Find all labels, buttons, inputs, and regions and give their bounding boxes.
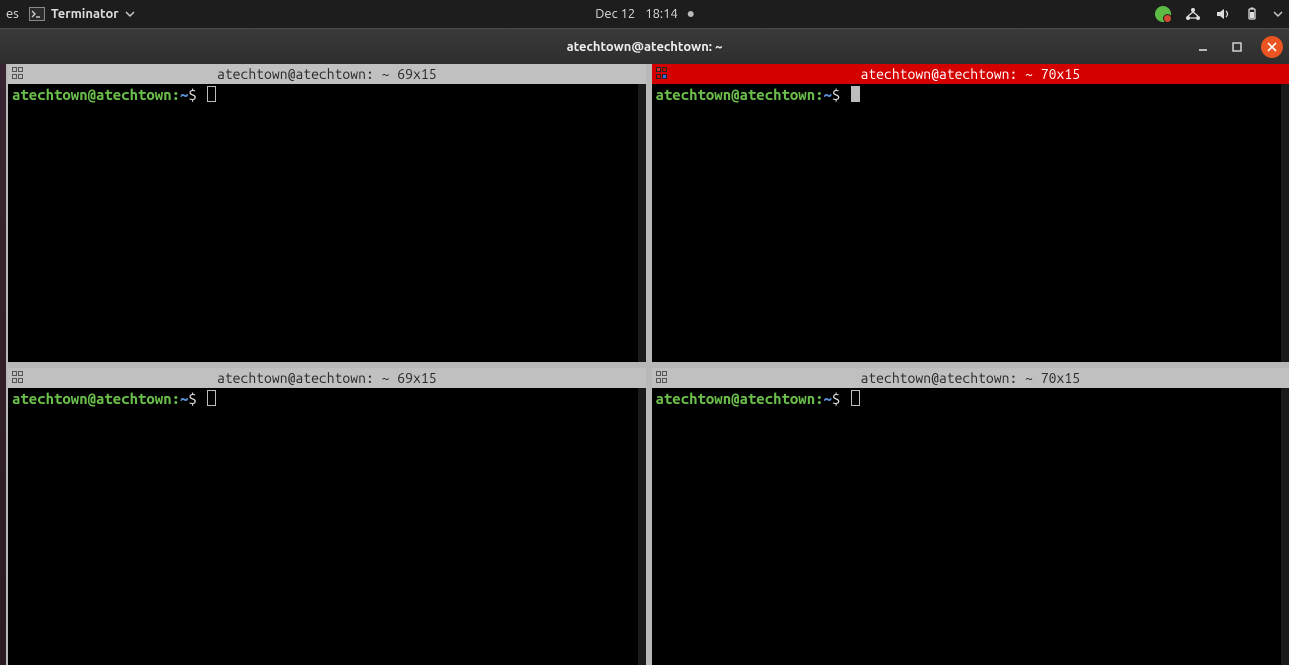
terminal-pane[interactable]: atechtown@atechtown: ~ 69x15 atechtown@a… — [8, 368, 646, 665]
window-title: atechtown@atechtown: ~ — [567, 40, 723, 54]
pane-title-text: atechtown@atechtown: ~ 70x15 — [860, 370, 1080, 386]
chevron-down-icon[interactable] — [1273, 11, 1283, 17]
terminal-pane[interactable]: atechtown@atechtown: ~ 69x15 atechtown@a… — [8, 64, 646, 362]
scrollbar[interactable] — [638, 84, 646, 362]
network-icon[interactable] — [1185, 7, 1201, 21]
scrollbar[interactable] — [1281, 388, 1289, 665]
terminal-body[interactable]: atechtown@atechtown:~$ — [652, 84, 1289, 362]
scrollbar[interactable] — [1281, 84, 1289, 362]
terminal-body[interactable]: atechtown@atechtown:~$ — [652, 388, 1289, 665]
prompt-path: ~ — [824, 86, 832, 103]
terminal-icon — [29, 7, 45, 21]
minimize-icon — [1197, 41, 1209, 53]
clock-date: Dec 12 — [595, 7, 635, 21]
group-icon[interactable] — [12, 67, 26, 81]
cursor-icon — [207, 86, 216, 102]
app-menu[interactable]: Terminator — [29, 7, 135, 21]
notification-dot-icon — [688, 11, 694, 17]
prompt-symbol: $ — [188, 86, 196, 103]
terminal-body[interactable]: atechtown@atechtown:~$ — [8, 84, 646, 362]
pane-title-text: atechtown@atechtown: ~ 69x15 — [217, 66, 437, 82]
cursor-icon — [207, 390, 216, 406]
prompt-user: atechtown@atechtown — [12, 390, 172, 407]
pane-titlebar[interactable]: atechtown@atechtown: ~ 69x15 — [8, 64, 646, 84]
window-minimize-button[interactable] — [1193, 37, 1213, 57]
scrollbar[interactable] — [638, 388, 646, 665]
close-icon — [1267, 42, 1277, 52]
group-icon[interactable] — [656, 67, 670, 81]
terminal-grid: atechtown@atechtown: ~ 69x15 atechtown@a… — [6, 64, 1289, 665]
maximize-icon — [1231, 41, 1243, 53]
clock-area[interactable]: Dec 12 18:14 — [595, 7, 694, 21]
window-maximize-button[interactable] — [1227, 37, 1247, 57]
pane-titlebar[interactable]: atechtown@atechtown: ~ 70x15 — [652, 64, 1289, 84]
pane-title-text: atechtown@atechtown: ~ 69x15 — [217, 370, 437, 386]
prompt-path: ~ — [824, 390, 832, 407]
prompt-user: atechtown@atechtown — [12, 86, 172, 103]
prompt-symbol: $ — [832, 86, 840, 103]
volume-icon[interactable] — [1215, 7, 1231, 21]
terminal-body[interactable]: atechtown@atechtown:~$ — [8, 388, 646, 665]
prompt-symbol: $ — [188, 390, 196, 407]
pane-title-text: atechtown@atechtown: ~ 70x15 — [860, 66, 1080, 82]
chevron-down-icon — [125, 11, 135, 17]
prompt-user: atechtown@atechtown — [656, 390, 816, 407]
terminal-pane[interactable]: atechtown@atechtown: ~ 70x15 atechtown@a… — [652, 368, 1289, 665]
pane-titlebar[interactable]: atechtown@atechtown: ~ 69x15 — [8, 368, 646, 388]
terminal-pane[interactable]: atechtown@atechtown: ~ 70x15 atechtown@a… — [652, 64, 1289, 362]
cursor-icon — [851, 390, 860, 406]
pane-titlebar[interactable]: atechtown@atechtown: ~ 70x15 — [652, 368, 1289, 388]
prompt-symbol: $ — [832, 390, 840, 407]
cursor-icon — [851, 86, 860, 102]
activities-fragment[interactable]: es — [6, 7, 19, 21]
group-icon[interactable] — [12, 371, 26, 385]
prompt-user: atechtown@atechtown — [656, 86, 816, 103]
gnome-top-bar: es Terminator Dec 12 18:14 — [0, 0, 1289, 28]
window-titlebar[interactable]: atechtown@atechtown: ~ — [0, 28, 1289, 64]
clock-time: 18:14 — [645, 7, 678, 21]
app-menu-label: Terminator — [51, 7, 119, 21]
group-icon[interactable] — [656, 371, 670, 385]
battery-icon[interactable] — [1245, 7, 1259, 21]
window-close-button[interactable] — [1261, 36, 1283, 58]
update-indicator-icon[interactable] — [1155, 6, 1171, 22]
